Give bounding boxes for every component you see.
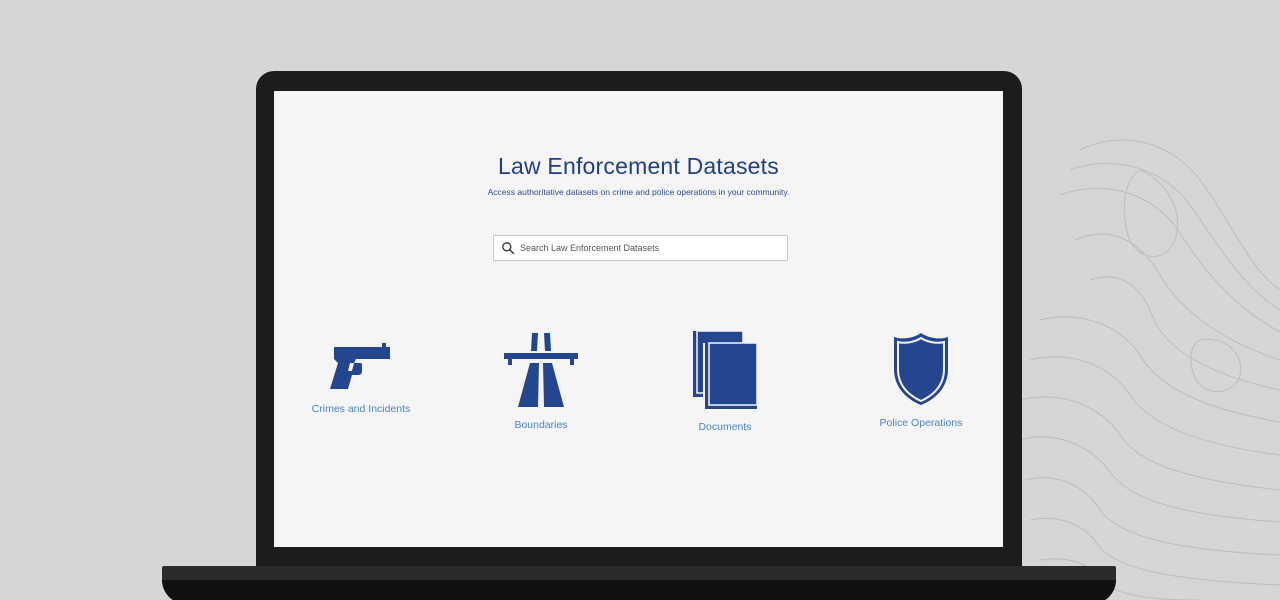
category-label: Documents — [698, 421, 752, 433]
search-box[interactable] — [493, 235, 788, 261]
category-police-operations[interactable]: Police Operations — [841, 331, 1001, 429]
police-badge-icon — [894, 333, 948, 405]
category-crimes-and-incidents[interactable]: Crimes and Incidents — [281, 341, 441, 415]
category-documents[interactable]: Documents — [645, 329, 805, 433]
books-icon — [693, 330, 758, 409]
category-boundaries[interactable]: Boundaries — [461, 331, 621, 431]
topographic-lines-decoration — [1019, 139, 1280, 600]
highway-icon — [504, 333, 578, 407]
category-label: Crimes and Incidents — [311, 403, 411, 415]
page-subtitle: Access authoritative datasets on crime a… — [487, 187, 790, 197]
laptop-screen: Law Enforcement Datasets Access authorit… — [274, 91, 1003, 547]
page-title: Law Enforcement Datasets — [498, 153, 779, 179]
search-icon — [502, 242, 515, 255]
laptop-base-shadow — [162, 580, 1116, 600]
search-input[interactable] — [520, 243, 770, 253]
gun-icon — [330, 343, 390, 389]
category-label: Police Operations — [879, 417, 963, 429]
promo-stage: Law Enforcement Datasets Access authorit… — [0, 0, 1280, 600]
category-label: Boundaries — [514, 419, 568, 431]
